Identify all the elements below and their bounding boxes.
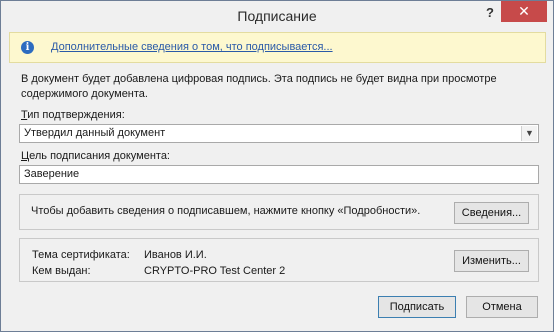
- help-button[interactable]: ?: [483, 5, 497, 23]
- certificate-issuer-label: Кем выдан:: [32, 265, 91, 277]
- signing-purpose-value: Заверение: [24, 168, 80, 180]
- signing-purpose-accelerator: Ц: [21, 150, 30, 162]
- signature-description: В документ будет добавлена цифровая подп…: [21, 73, 497, 100]
- details-button[interactable]: Сведения...: [454, 202, 529, 224]
- close-button[interactable]: ✕: [501, 1, 547, 22]
- window-title: Подписание: [237, 8, 317, 24]
- certificate-subject-value: Иванов И.И.: [144, 249, 207, 261]
- signing-purpose-input[interactable]: Заверение: [19, 165, 539, 184]
- commitment-type-label-text: ип подтверждения:: [27, 109, 125, 121]
- commitment-type-label: Тип подтверждения:: [21, 109, 125, 121]
- info-icon: i: [21, 41, 34, 54]
- more-info-link[interactable]: Дополнительные сведения о том, что подпи…: [51, 41, 333, 53]
- change-certificate-button[interactable]: Изменить...: [454, 250, 529, 272]
- certificate-subject-label: Тема сертификата:: [32, 249, 130, 261]
- info-bar: i Дополнительные сведения о том, что под…: [9, 32, 546, 63]
- signing-purpose-label: Цель подписания документа:: [21, 150, 170, 162]
- signer-info-text: Чтобы добавить сведения о подписавшем, н…: [31, 205, 421, 217]
- signer-info-group: Чтобы добавить сведения о подписавшем, н…: [19, 194, 539, 230]
- signing-purpose-label-text: ель подписания документа:: [29, 150, 170, 162]
- chevron-down-icon[interactable]: ▼: [521, 126, 537, 141]
- commitment-type-select[interactable]: Утвердил данный документ ▼: [19, 124, 539, 143]
- title-bar: Подписание ? ✕: [1, 1, 553, 31]
- signing-dialog: Подписание ? ✕ i Дополнительные сведения…: [0, 0, 554, 332]
- sign-button[interactable]: Подписать: [378, 296, 456, 318]
- cancel-button[interactable]: Отмена: [466, 296, 538, 318]
- commitment-type-value: Утвердил данный документ: [24, 127, 166, 139]
- certificate-group: Тема сертификата: Иванов И.И. Кем выдан:…: [19, 238, 539, 282]
- certificate-issuer-value: CRYPTO-PRO Test Center 2: [144, 265, 286, 277]
